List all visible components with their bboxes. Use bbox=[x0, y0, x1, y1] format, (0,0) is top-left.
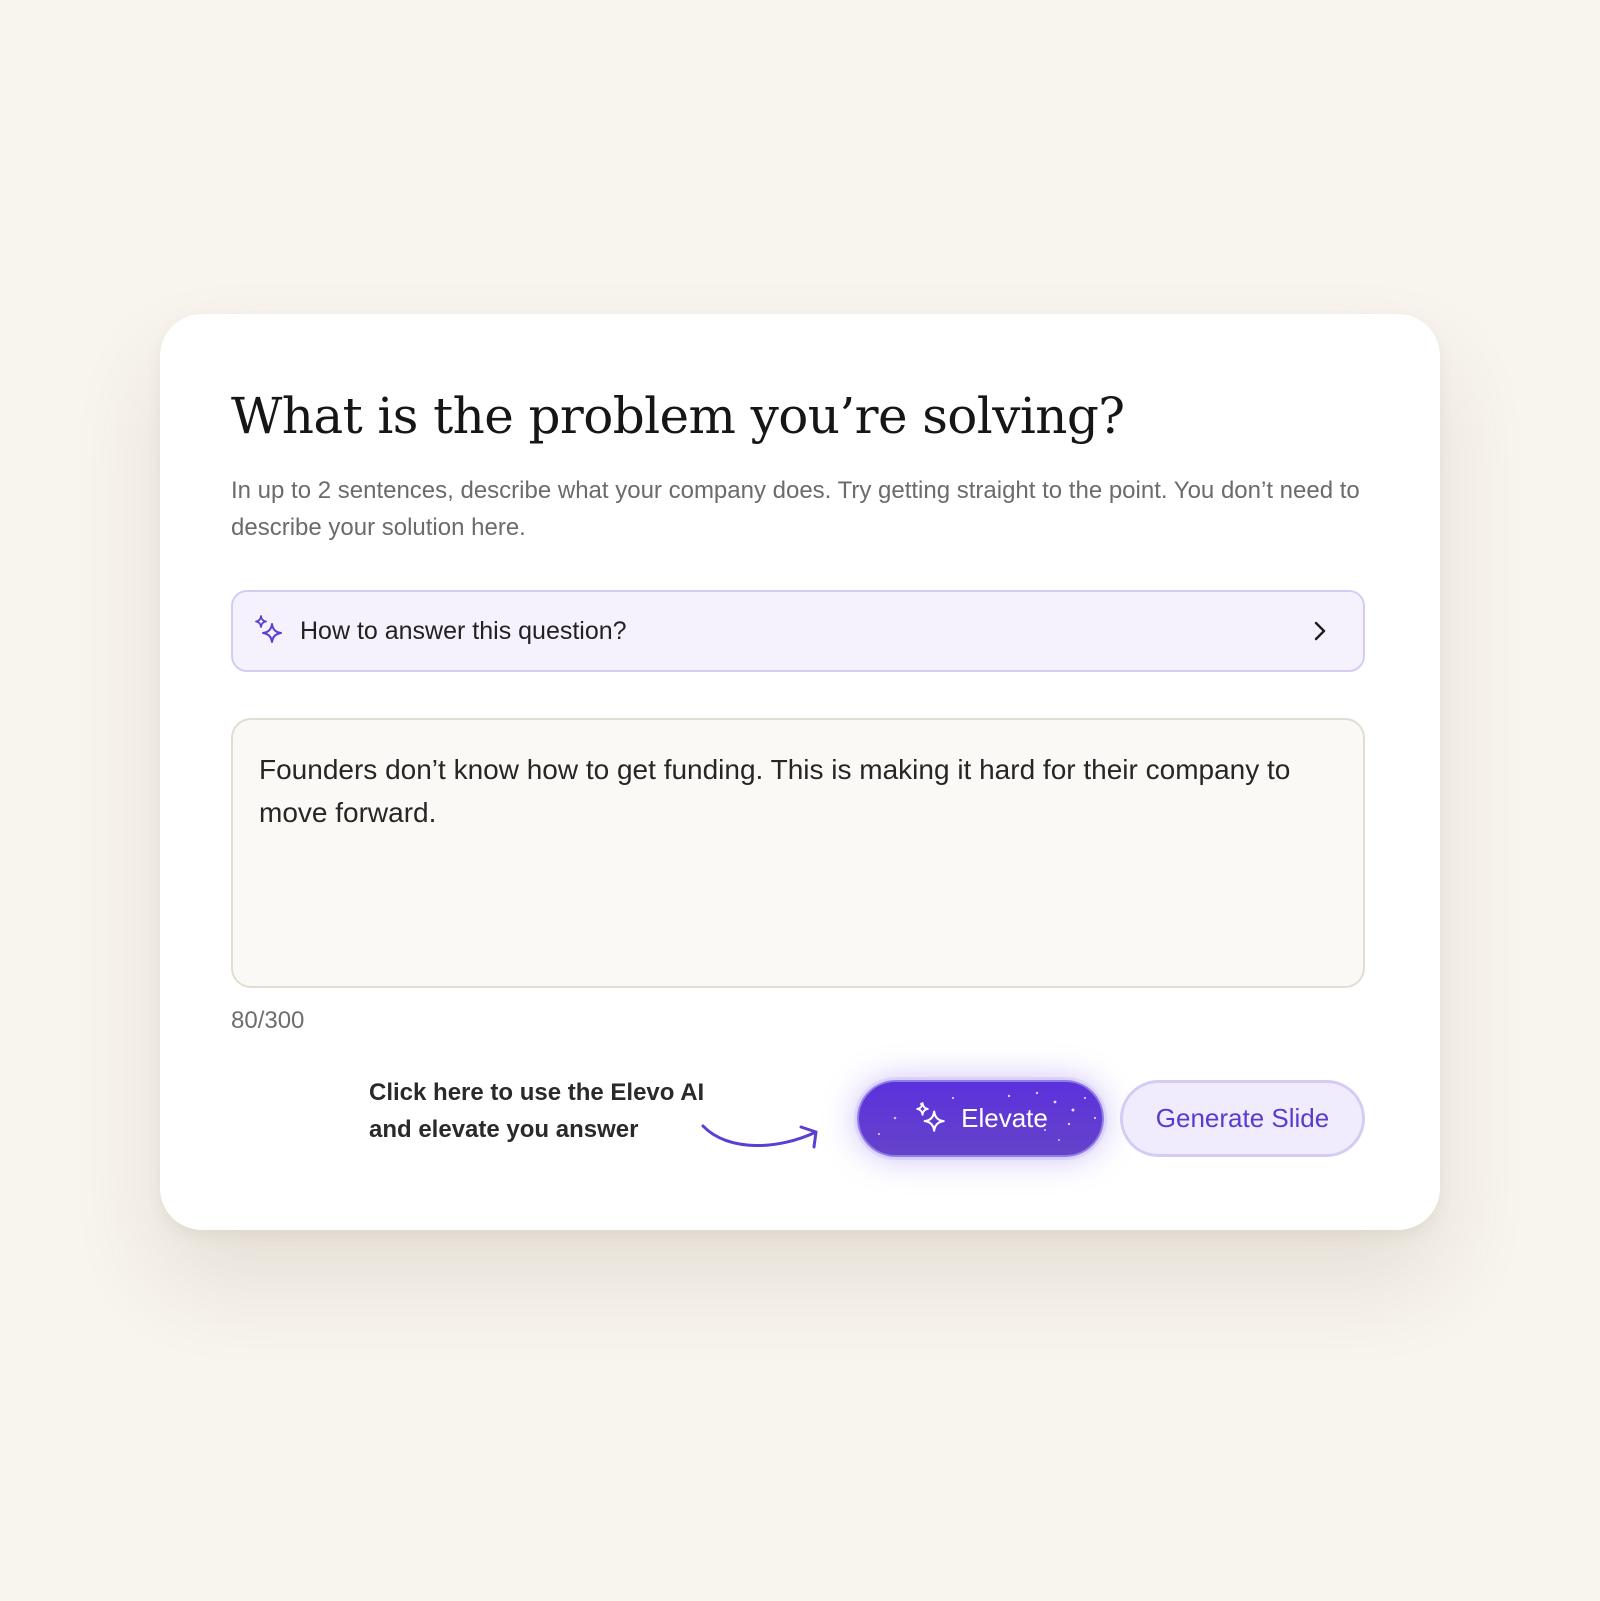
sparkle-icon bbox=[252, 614, 286, 648]
hint-arrow-icon bbox=[701, 1124, 818, 1149]
elevate-sparkle-icon bbox=[913, 1101, 949, 1137]
question-title: What is the problem you’re solving? bbox=[231, 387, 1125, 445]
question-description: In up to 2 sentences, describe what your… bbox=[231, 477, 1360, 541]
elevate-label: Elevate bbox=[961, 1103, 1048, 1133]
question-card: What is the problem you’re solving? In u… bbox=[160, 314, 1440, 1230]
generate-slide-label: Generate Slide bbox=[1155, 1103, 1330, 1133]
elevate-hint-text: Click here to use the Elevo AI and eleva… bbox=[369, 1079, 705, 1143]
how-to-answer-label: How to answer this question? bbox=[300, 616, 627, 645]
chevron-right-icon bbox=[1309, 620, 1331, 642]
how-to-answer-toggle[interactable]: How to answer this question? bbox=[231, 590, 1365, 672]
generate-slide-button[interactable]: Generate Slide bbox=[1120, 1080, 1365, 1157]
character-counter: 80/300 bbox=[231, 1007, 305, 1034]
elevate-button[interactable]: Elevate bbox=[857, 1080, 1104, 1157]
answer-textarea[interactable]: Founders don’t know how to get funding. … bbox=[231, 718, 1365, 988]
